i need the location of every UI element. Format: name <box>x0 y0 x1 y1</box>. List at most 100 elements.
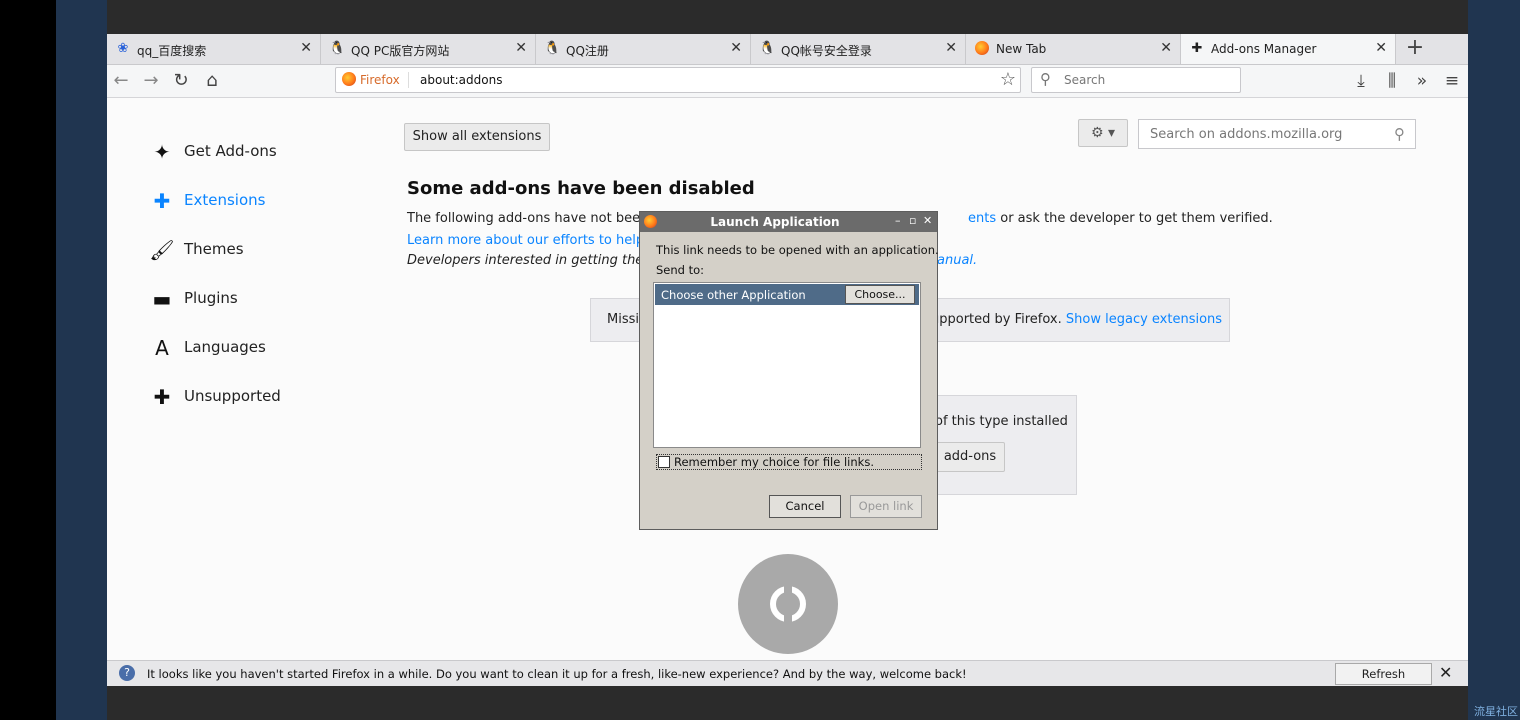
tab-label: qq_百度搜索 <box>137 44 207 58</box>
watermark: 流星社区 <box>1474 705 1518 718</box>
firefox-logo-icon <box>342 72 356 86</box>
search-placeholder: Search <box>1064 73 1106 87</box>
puzzle-warning-icon: ✚ <box>153 385 171 409</box>
overflow-chevron-icon[interactable]: » <box>1411 70 1433 92</box>
find-addons-button[interactable]: add-ons <box>935 442 1005 472</box>
send-to-label: Send to: <box>656 263 705 277</box>
language-letter-icon: A <box>155 336 169 360</box>
tab-baidu-search[interactable]: ❀ qq_百度搜索 ✕ <box>107 34 321 64</box>
sidebar-item-label: Languages <box>184 338 266 356</box>
notification-text: It looks like you haven't started Firefo… <box>147 667 967 681</box>
notice-text: upported by Firefox. <box>931 312 1062 327</box>
desktop-background-right <box>1468 0 1520 720</box>
tab-label: QQ帐号安全登录 <box>781 44 872 58</box>
hamburger-menu-icon[interactable]: ≡ <box>1441 70 1463 92</box>
notice-text-end: upported by Firefox. Show legacy extensi… <box>931 312 1222 327</box>
left-black-band <box>0 0 56 720</box>
download-icon[interactable]: ⤓ <box>1350 70 1372 92</box>
back-arrow-icon[interactable]: ← <box>111 71 131 91</box>
tab-qq-login[interactable]: 🐧 QQ帐号安全登录 ✕ <box>751 34 966 64</box>
search-icon: ⚲ <box>1394 125 1405 143</box>
amo-search-input[interactable]: Search on addons.mozilla.org ⚲ <box>1138 119 1416 149</box>
minimize-icon[interactable]: – <box>895 214 901 227</box>
qq-penguin-icon: 🐧 <box>329 41 346 56</box>
search-bar[interactable]: ⚲ Search <box>1031 67 1241 93</box>
choose-button[interactable]: Choose... <box>845 285 915 304</box>
tab-qq-pc[interactable]: 🐧 QQ PC版官方网站 ✕ <box>321 34 536 64</box>
tab-close-icon[interactable]: ✕ <box>1375 40 1387 56</box>
paintbrush-icon: 🖌 <box>149 238 175 262</box>
open-link-button[interactable]: Open link <box>850 495 922 518</box>
baidu-paw-icon: ❀ <box>117 41 129 56</box>
spinner-gap <box>784 584 792 594</box>
tab-label: Add-ons Manager <box>1211 42 1317 56</box>
sidebar-item-label: Extensions <box>184 191 266 209</box>
tab-qq-register[interactable]: 🐧 QQ注册 ✕ <box>536 34 751 64</box>
sidebar-item-label: Plugins <box>184 289 238 307</box>
loading-spinner-icon <box>738 554 838 654</box>
disabled-description-end: ents or ask the developer to get them ve… <box>968 211 1273 226</box>
url-text: about:addons <box>420 73 503 87</box>
sidebar-item-label: Unsupported <box>184 387 281 405</box>
remember-choice-checkbox[interactable] <box>658 456 670 468</box>
maximize-icon[interactable]: ▫ <box>909 214 916 227</box>
cancel-button[interactable]: Cancel <box>769 495 841 518</box>
tab-strip: ❀ qq_百度搜索 ✕ 🐧 QQ PC版官方网站 ✕ 🐧 QQ注册 ✕ 🐧 QQ… <box>107 34 1468 65</box>
tab-close-icon[interactable]: ✕ <box>300 40 312 56</box>
puzzle-piece-icon: ✚ <box>153 189 171 213</box>
desktop-background-left <box>56 0 107 720</box>
description-tail: or ask the developer to get them verifie… <box>996 211 1273 226</box>
gear-icon: ⚙ <box>1090 125 1104 141</box>
tools-gear-menu-button[interactable]: ⚙ ▾ <box>1078 119 1128 147</box>
bottom-dark-bar <box>107 686 1468 720</box>
chevron-down-icon: ▾ <box>1107 125 1116 141</box>
home-icon[interactable]: ⌂ <box>202 71 222 91</box>
tab-close-icon[interactable]: ✕ <box>730 40 742 56</box>
learn-more-link[interactable]: Learn more about our efforts to help <box>407 233 644 248</box>
plugin-block-icon: ▬ <box>152 287 172 311</box>
new-tab-plus-icon[interactable]: + <box>1403 37 1427 61</box>
search-icon: ⚲ <box>1040 70 1051 88</box>
tab-close-icon[interactable]: ✕ <box>945 40 957 56</box>
reload-icon[interactable]: ↻ <box>171 71 191 91</box>
tab-label: QQ PC版官方网站 <box>351 44 450 58</box>
close-icon[interactable]: ✕ <box>923 214 932 227</box>
refresh-firefox-button[interactable]: Refresh Firefox... <box>1335 663 1432 685</box>
show-all-extensions-button[interactable]: Show all extensions <box>404 123 550 151</box>
dialog-title: Launch Application <box>710 215 840 229</box>
notice-text-start: Missi <box>607 312 639 327</box>
tab-new-tab[interactable]: New Tab ✕ <box>966 34 1181 64</box>
dialog-titlebar[interactable]: Launch Application – ▫ ✕ <box>640 212 937 232</box>
refresh-firefox-notification: ? It looks like you haven't started Fire… <box>107 660 1468 686</box>
application-list[interactable]: Choose other Application Choose... <box>653 282 921 448</box>
disabled-description-start: The following add-ons have not been <box>407 211 649 226</box>
remember-choice-row[interactable]: Remember my choice for file links. <box>656 454 922 470</box>
tab-close-icon[interactable]: ✕ <box>1160 40 1172 56</box>
identity-box[interactable]: Firefox <box>342 72 409 88</box>
dialog-message: This link needs to be opened with an app… <box>656 243 939 257</box>
identity-label: Firefox <box>360 73 400 87</box>
navigation-toolbar: ← → ↻ ⌂ Firefox about:addons ☆ ⚲ Search … <box>107 65 1468 98</box>
firefox-logo-icon <box>974 41 990 57</box>
remember-choice-label: Remember my choice for file links. <box>674 455 874 469</box>
manual-link[interactable]: anual. <box>937 253 977 268</box>
url-bar[interactable]: Firefox about:addons ☆ <box>335 67 1021 93</box>
tab-addons-manager[interactable]: ✚ Add-ons Manager ✕ <box>1181 34 1396 64</box>
list-item-label: Choose other Application <box>661 288 806 302</box>
show-legacy-extensions-link[interactable]: Show legacy extensions <box>1066 312 1222 327</box>
spinner-gap <box>784 614 792 624</box>
qq-penguin-icon: 🐧 <box>544 41 561 56</box>
list-item-choose-other[interactable]: Choose other Application Choose... <box>655 284 919 305</box>
requirements-link[interactable]: ents <box>968 211 996 226</box>
bookmark-star-icon[interactable]: ☆ <box>1000 69 1016 90</box>
library-icon[interactable]: ⫼ <box>1381 70 1403 92</box>
forward-arrow-icon[interactable]: → <box>141 71 161 91</box>
launch-application-dialog: Launch Application – ▫ ✕ This link needs… <box>639 211 939 530</box>
tab-close-icon[interactable]: ✕ <box>515 40 527 56</box>
tab-label: QQ注册 <box>566 44 609 58</box>
close-notification-icon[interactable]: ✕ <box>1439 663 1452 682</box>
page-heading: Some add-ons have been disabled <box>407 178 755 199</box>
tab-label: New Tab <box>996 42 1047 56</box>
developers-note: Developers interested in getting thei <box>407 253 647 268</box>
info-icon: ? <box>119 665 135 681</box>
